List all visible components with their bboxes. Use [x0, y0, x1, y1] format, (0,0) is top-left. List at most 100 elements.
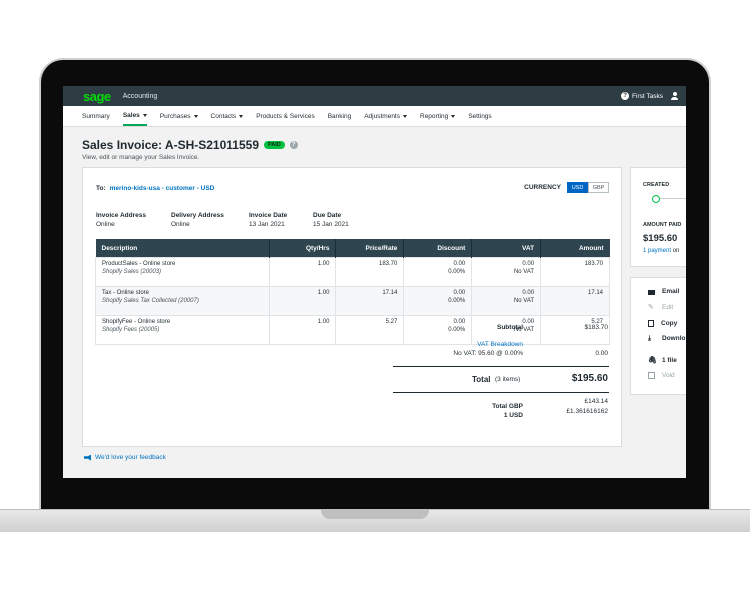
- customer-link[interactable]: merino-kids-usa - customer - USD: [110, 185, 215, 192]
- cell-amount: 183.70: [540, 257, 610, 287]
- nav-label: Purchases: [159, 112, 191, 120]
- total-divider-bottom: [393, 392, 609, 393]
- cell-discount: 0.00 0.00%: [403, 257, 473, 287]
- nav-label: Adjustments: [364, 112, 400, 120]
- chevron-down-icon: [403, 114, 407, 118]
- files-action[interactable]: 🖇 1 file: [648, 357, 677, 364]
- nav-label: Summary: [82, 112, 110, 120]
- pencil-icon: ✎: [648, 304, 654, 311]
- nav-reporting[interactable]: Reporting: [420, 106, 456, 126]
- header-description[interactable]: Description: [95, 239, 270, 258]
- vat-rate: No VAT: [513, 297, 535, 304]
- feedback-label: We'd love your feedback: [95, 454, 166, 461]
- due-date-value: 15 Jan 2021: [313, 221, 349, 228]
- status-badge: PAID: [264, 141, 285, 149]
- user-icon[interactable]: [671, 92, 678, 100]
- total-value: $195.60: [571, 373, 608, 384]
- download-icon: ⤓: [648, 335, 652, 342]
- table-row[interactable]: ProductSales - Online store Shopify Sales…: [95, 257, 610, 287]
- vat-amount: 0.00: [595, 350, 608, 357]
- delivery-address-value: Online: [171, 221, 190, 228]
- info-icon[interactable]: ?: [289, 141, 298, 149]
- due-date-label: Due Date: [313, 212, 342, 219]
- header-qty[interactable]: Qty/Hrs: [269, 239, 337, 258]
- nav-label: Contacts: [210, 112, 237, 120]
- nav-sales[interactable]: Sales: [122, 106, 147, 126]
- nav-contacts[interactable]: Contacts: [211, 106, 244, 126]
- chevron-down-icon: [193, 114, 198, 118]
- nav-products-services[interactable]: Products & Services: [256, 106, 315, 126]
- nav-purchases[interactable]: Purchases: [160, 106, 198, 126]
- actions-panel: Email ✎ Edit Copy ⤓ Downlo 🖇 1 file Void: [630, 277, 686, 395]
- discount-amount: 0.00: [453, 261, 466, 267]
- currency-gbp-button[interactable]: GBP: [588, 182, 609, 193]
- email-action[interactable]: Email: [648, 288, 679, 295]
- discount-amount: 0.00: [453, 290, 466, 296]
- topbar-right: ? First Tasks: [621, 92, 678, 100]
- header-amount[interactable]: Amount: [540, 239, 610, 258]
- copy-action[interactable]: Copy: [648, 320, 677, 327]
- vat-detail: No VAT: 95.60 @ 0.00%: [453, 350, 523, 357]
- first-tasks-label: First Tasks: [632, 92, 663, 100]
- line-items-table: Description Qty/Hrs Price/Rate Discount …: [95, 239, 610, 345]
- download-action[interactable]: ⤓ Downlo: [648, 335, 685, 342]
- nav-settings[interactable]: Settings: [468, 106, 492, 126]
- first-tasks-button[interactable]: ? First Tasks: [621, 92, 663, 100]
- cell-discount: 0.00 0.00%: [403, 286, 473, 316]
- nav-adjustments[interactable]: Adjustments: [364, 106, 407, 126]
- nav-label: Products & Services: [256, 112, 315, 120]
- copy-label: Copy: [661, 320, 678, 327]
- megaphone-icon: [84, 454, 91, 461]
- cell-qty: 1.00: [268, 257, 337, 287]
- header-discount[interactable]: Discount: [403, 239, 473, 258]
- payment-link-text[interactable]: 1 payment: [643, 248, 671, 254]
- page-subtitle: View, edit or manage your Sales Invoice.: [82, 154, 200, 161]
- cell-price: 5.27: [335, 315, 405, 345]
- amount-paid-value: $195.60: [643, 233, 678, 244]
- total-gbp-label: Total GBP: [492, 403, 523, 410]
- item-description: ShopifyFee - Online store: [102, 319, 171, 325]
- invoice-date-label: Invoice Date: [249, 212, 288, 219]
- feedback-link[interactable]: We'd love your feedback: [84, 454, 166, 461]
- invoice-date-value: 13 Jan 2021: [249, 221, 285, 228]
- nav-summary[interactable]: Summary: [82, 106, 110, 126]
- nav-label: Settings: [468, 112, 492, 120]
- download-label: Downlo: [662, 335, 686, 342]
- invoice-address: Invoice Address Online: [96, 211, 146, 229]
- nav-label: Reporting: [420, 112, 449, 120]
- email-label: Email: [662, 288, 680, 295]
- paperclip-icon: 🖇: [648, 357, 657, 364]
- chevron-down-icon: [239, 114, 244, 118]
- due-date: Due Date 15 Jan 2021: [313, 211, 349, 229]
- timeline-dot: [652, 195, 660, 203]
- vat-breakdown-link[interactable]: VAT Breakdown: [477, 341, 523, 348]
- cell-price: 183.70: [335, 257, 405, 287]
- amount-paid-label: AMOUNT PAID: [643, 222, 682, 228]
- table-row[interactable]: Tax - Online store Shopify Sales Tax Coll…: [95, 286, 610, 316]
- timeline-line: [660, 198, 686, 199]
- invoice-address-value: Online: [96, 221, 115, 228]
- item-description: ProductSales - Online store: [102, 261, 176, 267]
- edit-action[interactable]: ✎ Edit: [648, 304, 673, 311]
- nav-label: Sales: [122, 111, 140, 119]
- subtotal-value: $183.70: [584, 324, 609, 331]
- payment-link[interactable]: 1 payment on: [643, 248, 679, 254]
- header-price[interactable]: Price/Rate: [335, 239, 405, 258]
- table-row[interactable]: ShopifyFee - Online store Shopify Fees (2…: [95, 315, 610, 345]
- created-label: CREATED: [643, 182, 670, 188]
- nav-banking[interactable]: Banking: [328, 106, 352, 126]
- invoice-address-label: Invoice Address: [96, 212, 146, 219]
- invoice-card: To: merino-kids-usa - customer - USD CUR…: [82, 167, 622, 447]
- header-vat[interactable]: VAT: [471, 239, 542, 258]
- delivery-address-label: Delivery Address: [171, 212, 224, 219]
- copy-icon: [648, 320, 654, 327]
- total-label: Total: [472, 375, 491, 384]
- cell-vat: 0.00 No VAT: [471, 286, 542, 316]
- void-action[interactable]: Void: [648, 372, 675, 379]
- currency-usd-button[interactable]: USD: [567, 182, 588, 193]
- void-icon: [648, 372, 655, 379]
- discount-amount: 0.00: [453, 319, 466, 325]
- sage-logo[interactable]: sage: [83, 89, 111, 104]
- invoice-date: Invoice Date 13 Jan 2021: [249, 211, 287, 229]
- help-icon: ?: [621, 92, 630, 100]
